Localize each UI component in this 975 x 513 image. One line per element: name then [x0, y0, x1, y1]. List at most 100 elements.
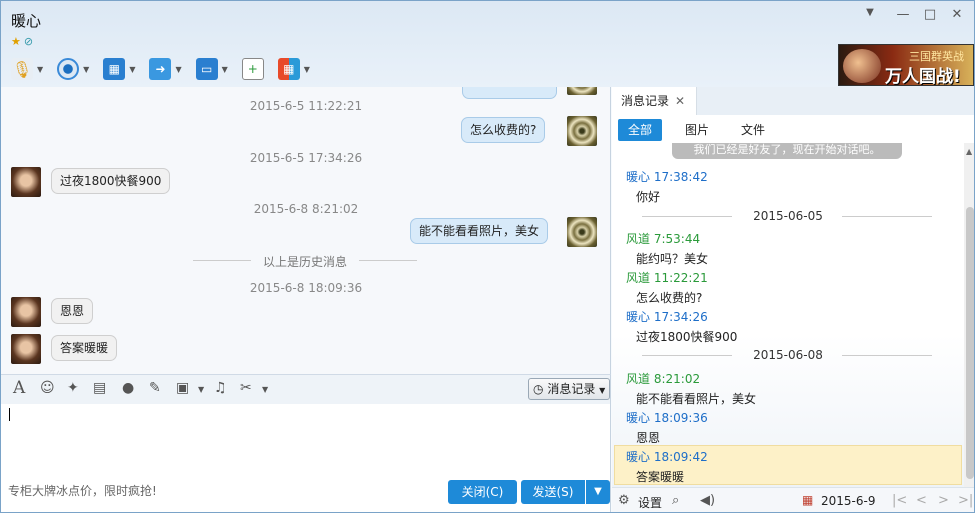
file-transfer-button[interactable]: ➜ ▼	[149, 58, 182, 80]
voice-call-button[interactable]: 🎙 ▼	[11, 58, 43, 80]
chevron-down-icon[interactable]: ▼	[83, 65, 89, 74]
chevron-down-icon: ▼	[599, 386, 606, 395]
chat-window: 暖心 ★ ⊘ ▼ — □ ✕ 🎙 ▼ ▼ ▦ ▼ ➜ ▼ ▭ ▼ + ▦ ▼ 三…	[0, 0, 975, 513]
message-bubble: 怎么收费的?	[461, 117, 546, 143]
screenshot-icon[interactable]: ✂	[240, 380, 252, 396]
close-icon[interactable]: ✕	[675, 94, 685, 108]
apps-button[interactable]: ▦ ▼	[277, 58, 310, 80]
send-options-button[interactable]: ▼	[586, 480, 610, 504]
maximize-button[interactable]: □	[921, 7, 939, 22]
send-button[interactable]: 发送(S)	[521, 480, 585, 504]
voice-message-icon[interactable]: ●	[122, 380, 134, 396]
message-input[interactable]: 专柜大牌冰点价，限时疯抢! 关闭(C) 发送(S) ▼	[1, 404, 611, 512]
friend-added-tip: 我们已经是好友了，现在开始对话吧。	[672, 143, 902, 159]
video-clip-icon[interactable]: ▤	[93, 380, 106, 396]
history-entry-header: 暖心 17:34:26	[626, 308, 708, 325]
history-scrollbar[interactable]: ▲	[964, 143, 974, 491]
ad-character-image	[843, 49, 881, 83]
message-time: 18:09:42	[653, 450, 708, 464]
next-page-icon[interactable]: >	[938, 493, 949, 508]
collapse-button[interactable]: ▼	[861, 7, 879, 18]
settings-label[interactable]: 设置	[638, 494, 662, 511]
message-time: 11:22:21	[653, 271, 708, 285]
chevron-down-icon[interactable]: ▼	[304, 65, 310, 74]
message-bubble	[462, 87, 557, 99]
contact-name: 暖心	[11, 12, 42, 30]
scrollbar-thumb[interactable]	[966, 207, 974, 479]
avatar[interactable]	[11, 297, 41, 327]
chevron-down-icon[interactable]: ▼	[262, 385, 268, 394]
music-icon[interactable]: ♫	[214, 380, 227, 396]
webcam-icon	[57, 58, 80, 80]
sender-name: 暖心	[626, 450, 651, 464]
tab-message-history[interactable]: 消息记录 ✕	[612, 87, 697, 115]
qzone-icon[interactable]: ⊘	[24, 35, 33, 48]
message-time: 18:09:36	[653, 411, 708, 425]
avatar[interactable]	[567, 87, 597, 95]
history-entry-text: 答案暖暖	[636, 470, 685, 484]
screen-share-icon: ▦	[103, 58, 126, 80]
scroll-up-icon[interactable]: ▲	[966, 147, 972, 156]
chevron-down-icon[interactable]: ▼	[37, 65, 43, 74]
history-entry-header: 风道 7:53:44	[626, 230, 700, 247]
avatar[interactable]	[567, 217, 597, 247]
create-discussion-button[interactable]: +	[241, 58, 264, 80]
message-time: 17:34:26	[653, 310, 708, 324]
close-window-button[interactable]: ✕	[948, 7, 966, 22]
font-icon[interactable]: A	[13, 378, 25, 398]
sender-name: 风道	[626, 232, 651, 246]
promo-link[interactable]: 专柜大牌冰点价，限时疯抢!	[8, 482, 157, 499]
filter-all[interactable]: 全部	[618, 119, 663, 141]
last-page-icon[interactable]: >|	[958, 493, 973, 508]
video-call-button[interactable]: ▼	[57, 58, 89, 80]
avatar[interactable]	[11, 334, 41, 364]
first-page-icon[interactable]: |<	[892, 493, 907, 508]
history-panel: 消息记录 ✕ 全部 图片 文件 我们已经是好友了，现在开始对话吧。 暖心 17:3…	[612, 87, 974, 512]
history-entry-text: 能约吗？美女	[636, 252, 709, 266]
avatar[interactable]	[11, 167, 41, 197]
history-date[interactable]: 2015-6-9	[821, 494, 875, 508]
history-message-list[interactable]: 我们已经是好友了，现在开始对话吧。 暖心 17:38:42 你好 2015-06…	[612, 143, 964, 491]
microphone-icon: 🎙	[11, 58, 33, 80]
history-footer: ⚙ 设置 ⌕ ◀) ▦ 2015-6-9 |< < > >|	[612, 487, 974, 512]
sender-name: 暖心	[626, 411, 651, 425]
remote-assist-button[interactable]: ▭ ▼	[195, 58, 228, 80]
message-time: 17:38:42	[653, 170, 708, 184]
close-button[interactable]: 关闭(C)	[448, 480, 517, 504]
date-separator: 2015-06-08	[612, 348, 964, 362]
screen-share-button[interactable]: ▦ ▼	[103, 58, 135, 80]
history-entry-text: 能不能看看照片，美女	[636, 392, 757, 406]
image-icon[interactable]: ▣	[176, 380, 189, 396]
gear-icon[interactable]: ⚙	[618, 493, 630, 508]
edit-icon[interactable]: ✎	[149, 380, 161, 396]
message-timestamp: 2015-6-8 18:09:36	[249, 281, 363, 295]
filter-files[interactable]: 文件	[731, 119, 775, 141]
minimize-button[interactable]: —	[894, 7, 912, 22]
chat-messages-area[interactable]: 2015-6-5 11:22:21 怎么收费的? 2015-6-5 17:34:…	[1, 87, 611, 374]
chevron-down-icon[interactable]: ▼	[129, 65, 135, 74]
chevron-down-icon[interactable]: ▼	[175, 65, 181, 74]
message-bubble: 能不能看看照片，美女	[410, 218, 549, 244]
history-divider: 以上是历史消息	[193, 253, 417, 269]
message-bubble: 恩恩	[51, 298, 94, 324]
chevron-down-icon[interactable]: ▼	[222, 65, 228, 74]
filter-images[interactable]: 图片	[675, 119, 719, 141]
title-bar: 暖心 ★ ⊘ ▼ — □ ✕ 🎙 ▼ ▼ ▦ ▼ ➜ ▼ ▭ ▼ + ▦ ▼ 三…	[1, 1, 974, 87]
file-transfer-icon: ➜	[149, 58, 172, 80]
clock-icon: ◷	[533, 382, 544, 396]
message-history-button[interactable]: ◷ 消息记录 ▼	[528, 378, 610, 400]
prev-page-icon[interactable]: <	[916, 493, 927, 508]
history-entry-text: 你好	[636, 190, 661, 204]
ad-banner[interactable]: 三国群英战 万人国战!	[838, 44, 974, 87]
history-entry-header: 暖心 18:09:36	[626, 409, 708, 426]
star-icon[interactable]: ★	[11, 35, 21, 48]
history-entry-header: 风道 11:22:21	[626, 269, 708, 286]
emoji-icon[interactable]: ☺	[40, 380, 55, 396]
calendar-icon[interactable]: ▦	[802, 493, 813, 507]
avatar[interactable]	[567, 116, 597, 146]
chevron-down-icon[interactable]: ▼	[198, 385, 204, 394]
history-entry-header: 风道 8:21:02	[626, 370, 700, 387]
search-icon[interactable]: ⌕	[672, 493, 679, 508]
nudge-icon[interactable]: ✦	[67, 380, 79, 396]
speaker-icon[interactable]: ◀)	[700, 493, 715, 508]
